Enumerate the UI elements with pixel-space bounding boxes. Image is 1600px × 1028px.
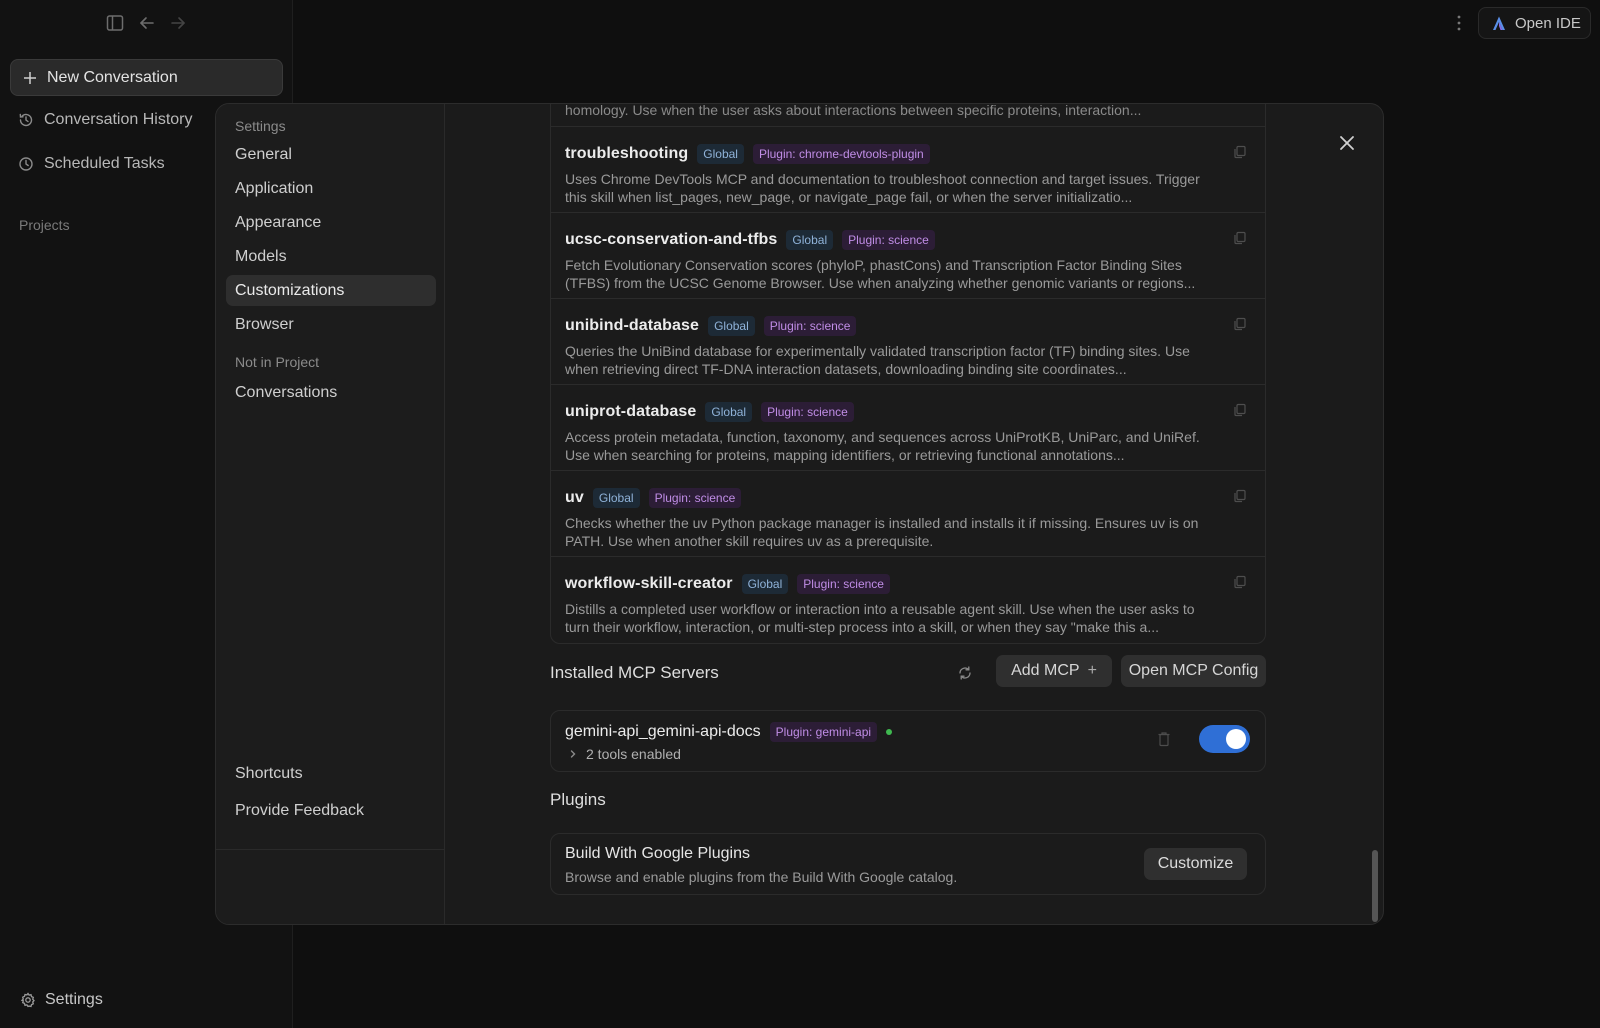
nav-item-conversations[interactable]: Conversations	[226, 377, 436, 408]
skill-description: Fetch Evolutionary Conservation scores (…	[565, 257, 1196, 291]
copy-icon[interactable]	[1233, 403, 1247, 417]
global-badge: Global	[708, 316, 755, 336]
plugin-badge: Plugin: science	[761, 402, 854, 422]
skill-name: uniprot-database	[565, 403, 697, 420]
copy-icon[interactable]	[1233, 231, 1247, 245]
forward-arrow-icon[interactable]	[167, 12, 189, 34]
history-icon	[18, 112, 34, 128]
clock-icon	[18, 156, 34, 172]
skill-description: Access protein metadata, function, taxon…	[565, 429, 1200, 463]
settings-modal: Settings General Application Appearance …	[215, 103, 1384, 925]
plugin-badge: Plugin: science	[797, 574, 890, 594]
skill-description: Uses Chrome DevTools MCP and documentati…	[565, 171, 1200, 205]
trash-icon[interactable]	[1157, 731, 1171, 747]
mcp-server-name: gemini-api_gemini-api-docs	[565, 723, 761, 740]
more-options-icon[interactable]	[1451, 12, 1467, 34]
chevron-right-icon	[568, 749, 578, 759]
skill-description: Distills a completed user workflow or in…	[565, 601, 1195, 635]
customizations-content: homology. Use when the user asks about i…	[550, 104, 1266, 924]
nav-item-shortcuts[interactable]: Shortcuts	[226, 758, 436, 789]
skill-name: unibind-database	[565, 317, 700, 334]
not-in-project-label: Not in Project	[235, 354, 320, 370]
skill-name: workflow-skill-creator	[565, 575, 733, 592]
status-dot	[886, 729, 893, 735]
skill-description: Checks whether the uv Python package man…	[565, 515, 1199, 549]
new-conversation-label: New Conversation	[47, 68, 178, 86]
scheduled-tasks-link[interactable]: Scheduled Tasks	[18, 155, 165, 173]
skill-name: uv	[565, 489, 584, 506]
copy-icon[interactable]	[1233, 317, 1247, 331]
skill-description: Queries the UniBind database for experim…	[565, 343, 1190, 377]
skill-description-partial: homology. Use when the user asks about i…	[565, 103, 1142, 118]
plugins-section-title: Plugins	[550, 790, 606, 809]
settings-section-title: Settings	[235, 118, 286, 134]
customize-button[interactable]: Customize	[1144, 848, 1247, 880]
global-badge: Global	[705, 402, 753, 422]
nav-divider	[216, 849, 445, 850]
scrollbar-thumb[interactable]	[1372, 850, 1378, 922]
add-mcp-label: Add MCP	[1011, 662, 1080, 679]
open-mcp-config-button[interactable]: Open MCP Config	[1121, 655, 1266, 687]
nav-item-provide-feedback[interactable]: Provide Feedback	[226, 795, 436, 826]
antigravity-logo-icon	[1491, 15, 1507, 31]
nav-item-browser[interactable]: Browser	[226, 309, 436, 340]
add-mcp-button[interactable]: Add MCP +	[996, 655, 1112, 687]
plugin-badge: Plugin: gemini-api	[769, 722, 878, 742]
copy-icon[interactable]	[1233, 145, 1247, 159]
settings-nav: Settings General Application Appearance …	[216, 104, 445, 924]
mcp-section-title: Installed MCP Servers	[550, 663, 719, 682]
global-badge: Global	[741, 574, 789, 594]
skill-row[interactable]: workflow-skill-creator Global Plugin: sc…	[551, 556, 1265, 642]
skill-row[interactable]: uv Global Plugin: science Checks whether…	[551, 470, 1265, 556]
copy-icon[interactable]	[1233, 575, 1247, 589]
sidebar-toggle-icon[interactable]	[104, 12, 126, 34]
skill-name: ucsc-conservation-and-tfbs	[565, 231, 778, 248]
mcp-server-toggle[interactable]	[1199, 725, 1250, 753]
global-badge: Global	[786, 230, 834, 250]
skills-list: homology. Use when the user asks about i…	[550, 103, 1266, 644]
plugin-badge: Plugin: science	[842, 230, 935, 250]
nav-item-customizations[interactable]: Customizations	[226, 275, 436, 306]
gear-icon	[20, 992, 36, 1008]
mcp-server-card: gemini-api_gemini-api-docs Plugin: gemin…	[550, 710, 1266, 772]
copy-icon[interactable]	[1233, 489, 1247, 503]
scheduled-tasks-label: Scheduled Tasks	[44, 155, 165, 172]
settings-link[interactable]: Settings	[20, 991, 103, 1009]
nav-item-general[interactable]: General	[226, 139, 436, 170]
global-badge: Global	[592, 488, 640, 508]
nav-item-appearance[interactable]: Appearance	[226, 207, 436, 238]
plugin-card: Build With Google Plugins Browse and ena…	[550, 833, 1266, 895]
plus-icon: +	[1087, 662, 1097, 679]
skill-name: troubleshooting	[565, 145, 689, 162]
plugin-badge: Plugin: chrome-devtools-plugin	[752, 144, 930, 164]
nav-item-application[interactable]: Application	[226, 173, 436, 204]
plugin-badge: Plugin: science	[763, 316, 857, 336]
skill-row[interactable]: ucsc-conservation-and-tfbs Global Plugin…	[551, 212, 1265, 298]
plugin-card-title: Build With Google Plugins	[565, 845, 750, 862]
skill-row[interactable]: unibind-database Global Plugin: science …	[551, 298, 1265, 384]
open-ide-button[interactable]: Open IDE	[1478, 7, 1591, 39]
skill-row[interactable]: troubleshooting Global Plugin: chrome-de…	[551, 126, 1265, 212]
conversation-history-label: Conversation History	[44, 111, 193, 128]
toggle-knob	[1226, 729, 1246, 749]
nav-item-models[interactable]: Models	[226, 241, 436, 272]
close-icon[interactable]	[1335, 131, 1359, 155]
skill-row[interactable]: uniprot-database Global Plugin: science …	[551, 384, 1265, 470]
tools-expander[interactable]: 2 tools enabled	[568, 746, 681, 762]
tools-enabled-label: 2 tools enabled	[586, 746, 681, 762]
plus-icon	[23, 71, 37, 85]
plugin-badge: Plugin: science	[648, 488, 742, 508]
refresh-icon[interactable]	[957, 665, 973, 681]
global-badge: Global	[697, 144, 744, 164]
plugin-card-description: Browse and enable plugins from the Build…	[565, 869, 958, 885]
back-arrow-icon[interactable]	[136, 12, 158, 34]
projects-label: Projects	[19, 217, 70, 233]
new-conversation-button[interactable]: New Conversation	[10, 59, 283, 96]
conversation-history-link[interactable]: Conversation History	[18, 111, 193, 129]
settings-label: Settings	[45, 991, 103, 1008]
open-ide-label: Open IDE	[1515, 14, 1581, 32]
